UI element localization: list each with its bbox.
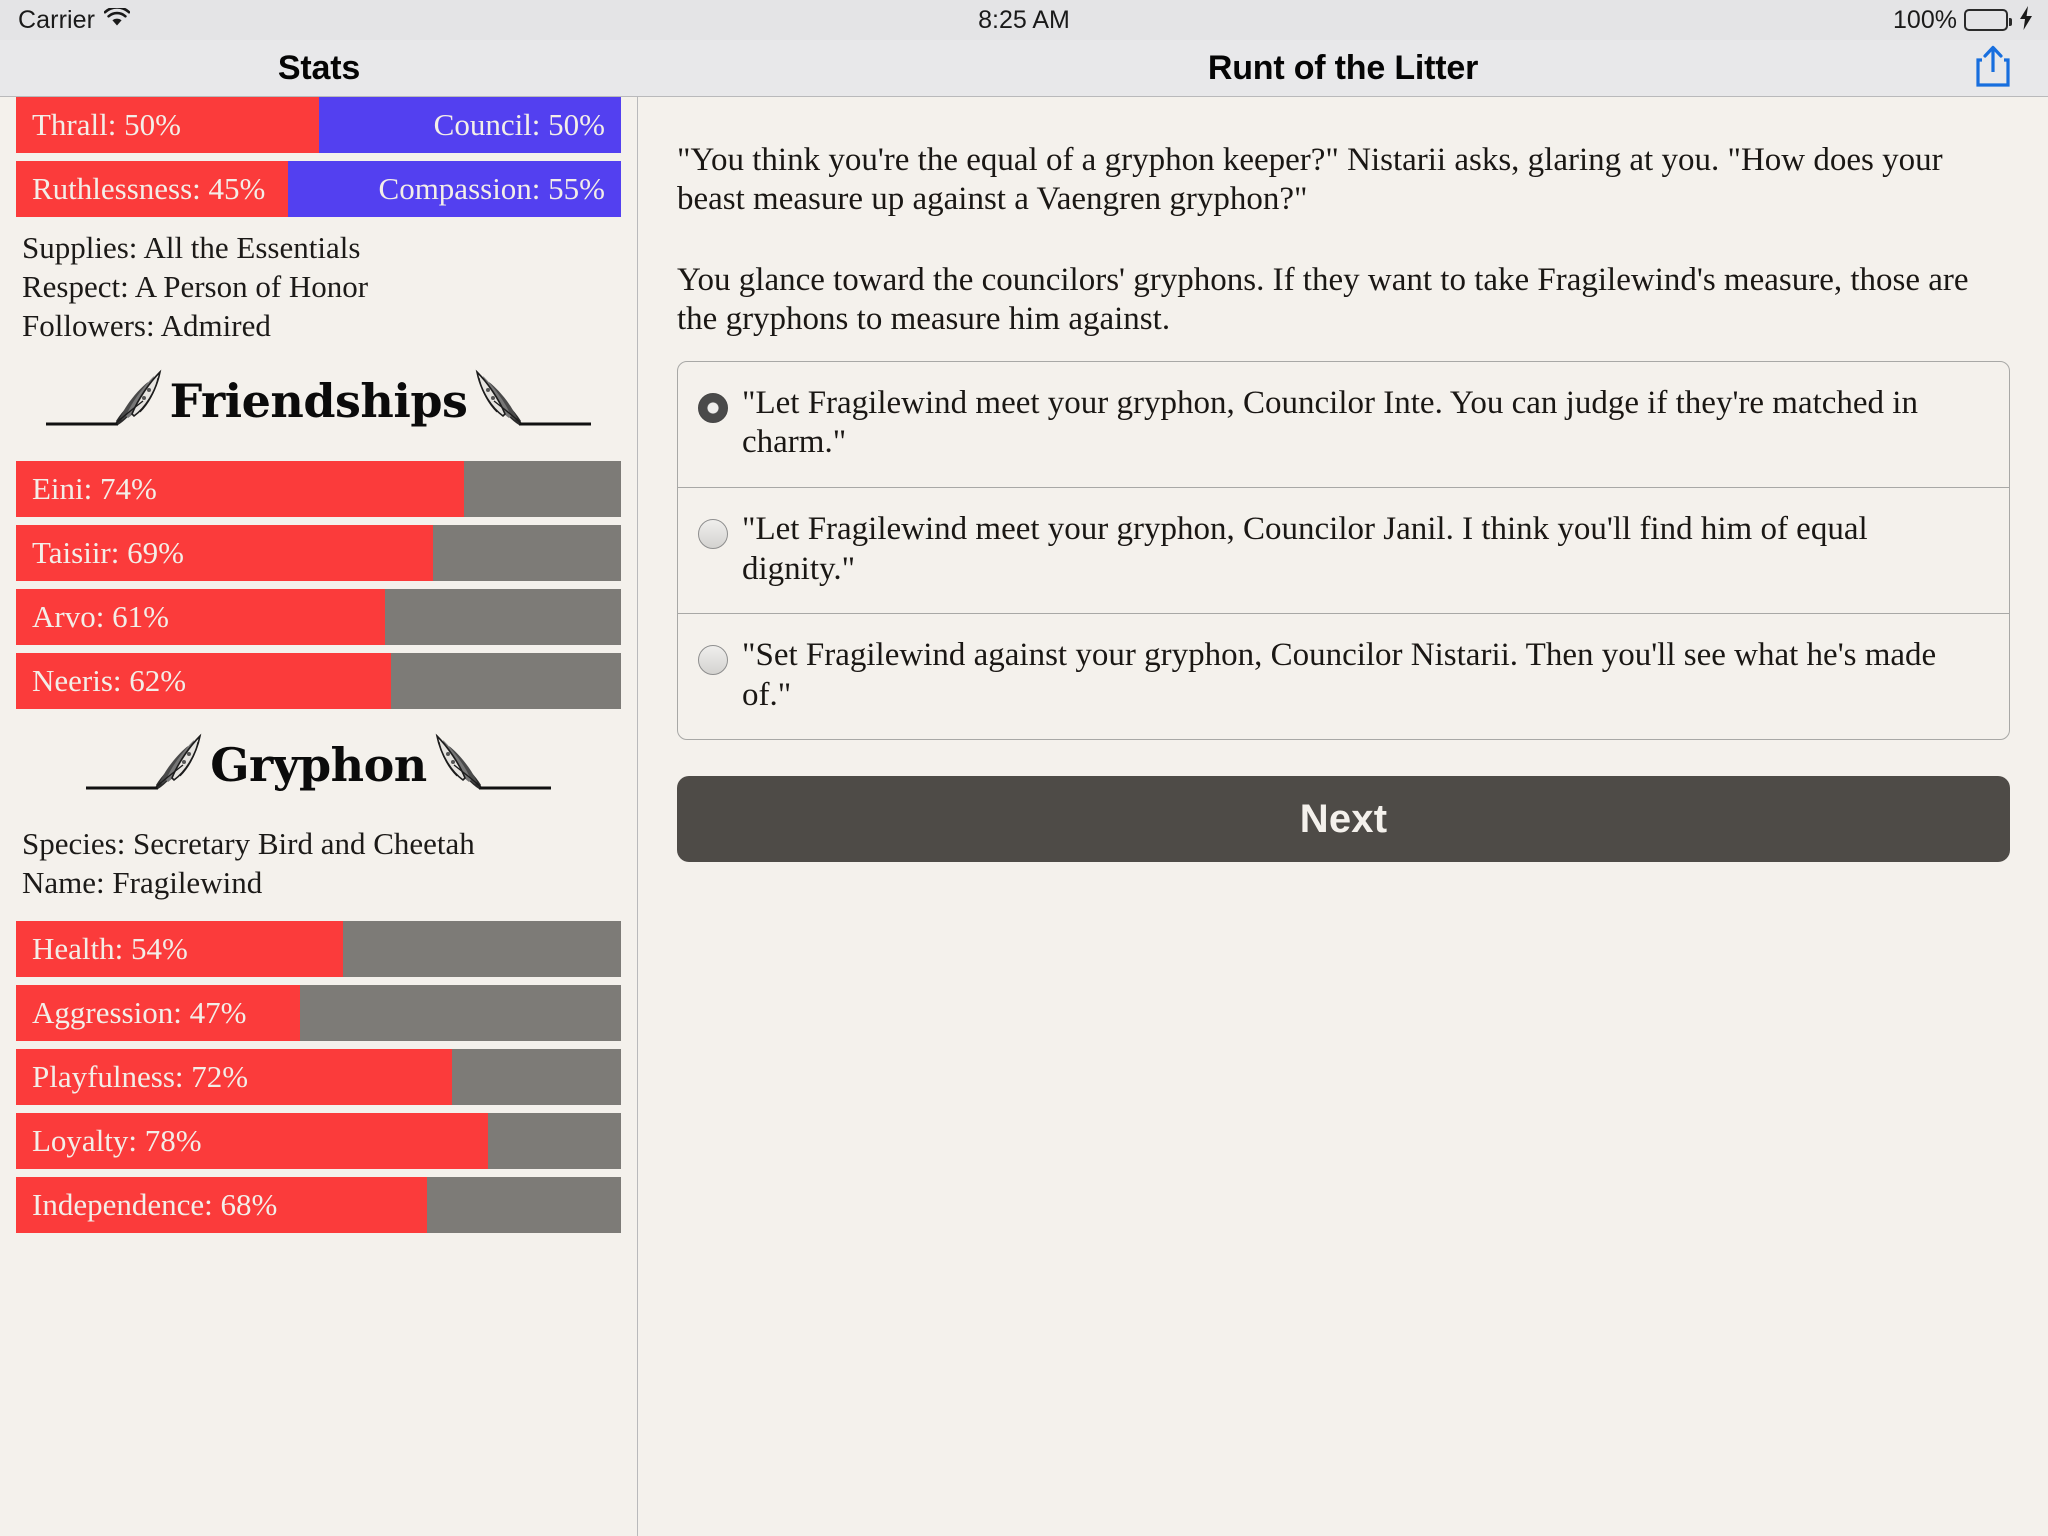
choice-option-2[interactable]: "Let Fragilewind meet your gryphon, Coun… [678,488,2009,615]
opposed-bar-right-label: Council: 50% [433,107,605,142]
status-bar-right: 100% [1372,5,2048,35]
stat-bar-playfulness: Playfulness: 72% [16,1048,621,1105]
status-bar-clock: 8:25 AM [978,5,1070,34]
story-nav-bar: Runt of the Litter [638,40,2048,97]
stat-bar-label: Arvo: 61% [32,599,169,635]
status-bar: Carrier 8:25 AM 100% [0,0,2048,40]
share-button[interactable] [1971,43,2015,93]
gryphon-text-stat-group: Species: Secretary Bird and Cheetah Name… [0,825,637,903]
section-title-friendships: Friendships [169,374,468,429]
stat-bar-eini: Eini: 74% [16,461,621,518]
text-stat-name: Name: Fragilewind [22,865,263,900]
choice-label: "Let Fragilewind meet your gryphon, Coun… [742,510,1868,587]
radio-button-selected-icon[interactable] [698,392,728,423]
choice-label: "Let Fragilewind meet your gryphon, Coun… [742,384,1918,461]
stat-bar-independence: Independence: 68% [16,1176,621,1233]
page-title-story: Runt of the Litter [1207,48,1479,87]
stat-bar-label: Neeris: 62% [32,663,187,699]
stat-bar-neeris: Neeris: 62% [16,653,621,710]
stat-bar-label: Loyalty: 78% [32,1122,202,1158]
text-stat-followers: Followers: Admired [22,307,271,343]
leaf-ornament-icon [84,732,204,799]
lightning-bolt-icon [2018,5,2034,35]
radio-button-icon[interactable] [698,518,728,549]
section-header-friendships: Friendships [0,359,637,443]
wifi-icon [103,5,131,33]
radio-button-icon[interactable] [698,645,728,676]
page-title-stats: Stats [277,48,361,87]
opposed-bar-thrall-council: Thrall: 50% Council: 50% [16,97,621,153]
opposed-bar-right-fill: Council: 50% [318,97,621,153]
stat-bar-label: Aggression: 47% [32,994,247,1030]
story-pane: "You think you're the equal of a gryphon… [639,97,2048,1536]
story-paragraph: "You think you're the equal of a gryphon… [677,142,1943,217]
stat-bar-label: Taisiir: 69% [32,535,184,571]
choice-option-3[interactable]: "Set Fragilewind against your gryphon, C… [678,614,2009,739]
opposed-bar-left-label: Ruthlessness: 45% [32,171,266,206]
status-bar-left: Carrier [0,6,676,35]
opposed-bar-right-fill: Compassion: 55% [288,161,621,217]
stat-bar-health: Health: 54% [16,920,621,977]
stat-bar-label: Eini: 74% [32,471,157,507]
leaf-ornament-icon [44,368,164,435]
choice-option-1[interactable]: "Let Fragilewind meet your gryphon, Coun… [678,362,2009,488]
text-stat-respect: Respect: A Person of Honor [22,268,369,304]
battery-percent-label: 100% [1893,5,1957,34]
stats-pane: Thrall: 50% Council: 50% Ruthlessness: 4… [0,97,638,1536]
stat-bar-label: Playfulness: 72% [32,1058,249,1094]
stat-bar-arvo: Arvo: 61% [16,589,621,646]
choice-list: "Let Fragilewind meet your gryphon, Coun… [677,360,2010,741]
stat-bar-loyalty: Loyalty: 78% [16,1112,621,1169]
choice-label: "Set Fragilewind against your gryphon, C… [742,637,1937,713]
stat-bar-aggression: Aggression: 47% [16,984,621,1041]
opposed-bar-left-label: Thrall: 50% [32,107,181,142]
text-stat-species: Species: Secretary Bird and Cheetah [22,826,475,862]
opposed-bar-group: Thrall: 50% Council: 50% Ruthlessness: 4… [0,97,637,217]
story-text-block: "You think you're the equal of a gryphon… [639,97,2048,339]
opposed-bar-left-fill: Thrall: 50% [16,97,319,153]
share-icon [1974,44,2012,93]
stats-nav-bar: Stats [0,40,638,97]
opposed-bar-right-label: Compassion: 55% [378,171,605,206]
leaf-ornament-icon [433,732,553,799]
section-title-gryphon: Gryphon [210,738,427,793]
opposed-bar-left-fill: Ruthlessness: 45% [16,161,289,217]
stat-bar-label: Independence: 68% [32,1186,278,1222]
stat-bar-label: Health: 54% [32,930,188,966]
text-stat-group: Supplies: All the Essentials Respect: A … [0,229,637,345]
stat-bar-taisiir: Taisiir: 69% [16,525,621,582]
opposed-bar-ruthlessness-compassion: Ruthlessness: 45% Compassion: 55% [16,161,621,217]
section-header-gryphon: Gryphon [0,723,637,807]
leaf-ornament-icon [473,368,593,435]
gryphon-bar-group: Health: 54% Aggression: 47% Playfulness:… [0,920,637,1233]
carrier-label: Carrier [18,5,96,34]
next-button[interactable]: Next [677,776,2010,863]
story-paragraph: You glance toward the councilors' grypho… [677,261,1969,337]
next-button-label: Next [1299,796,1388,841]
friendship-bar-group: Eini: 74% Taisiir: 69% Arvo: 61% Neeris:… [0,461,637,710]
battery-full-icon [1963,9,2012,31]
text-stat-supplies: Supplies: All the Essentials [22,230,361,265]
